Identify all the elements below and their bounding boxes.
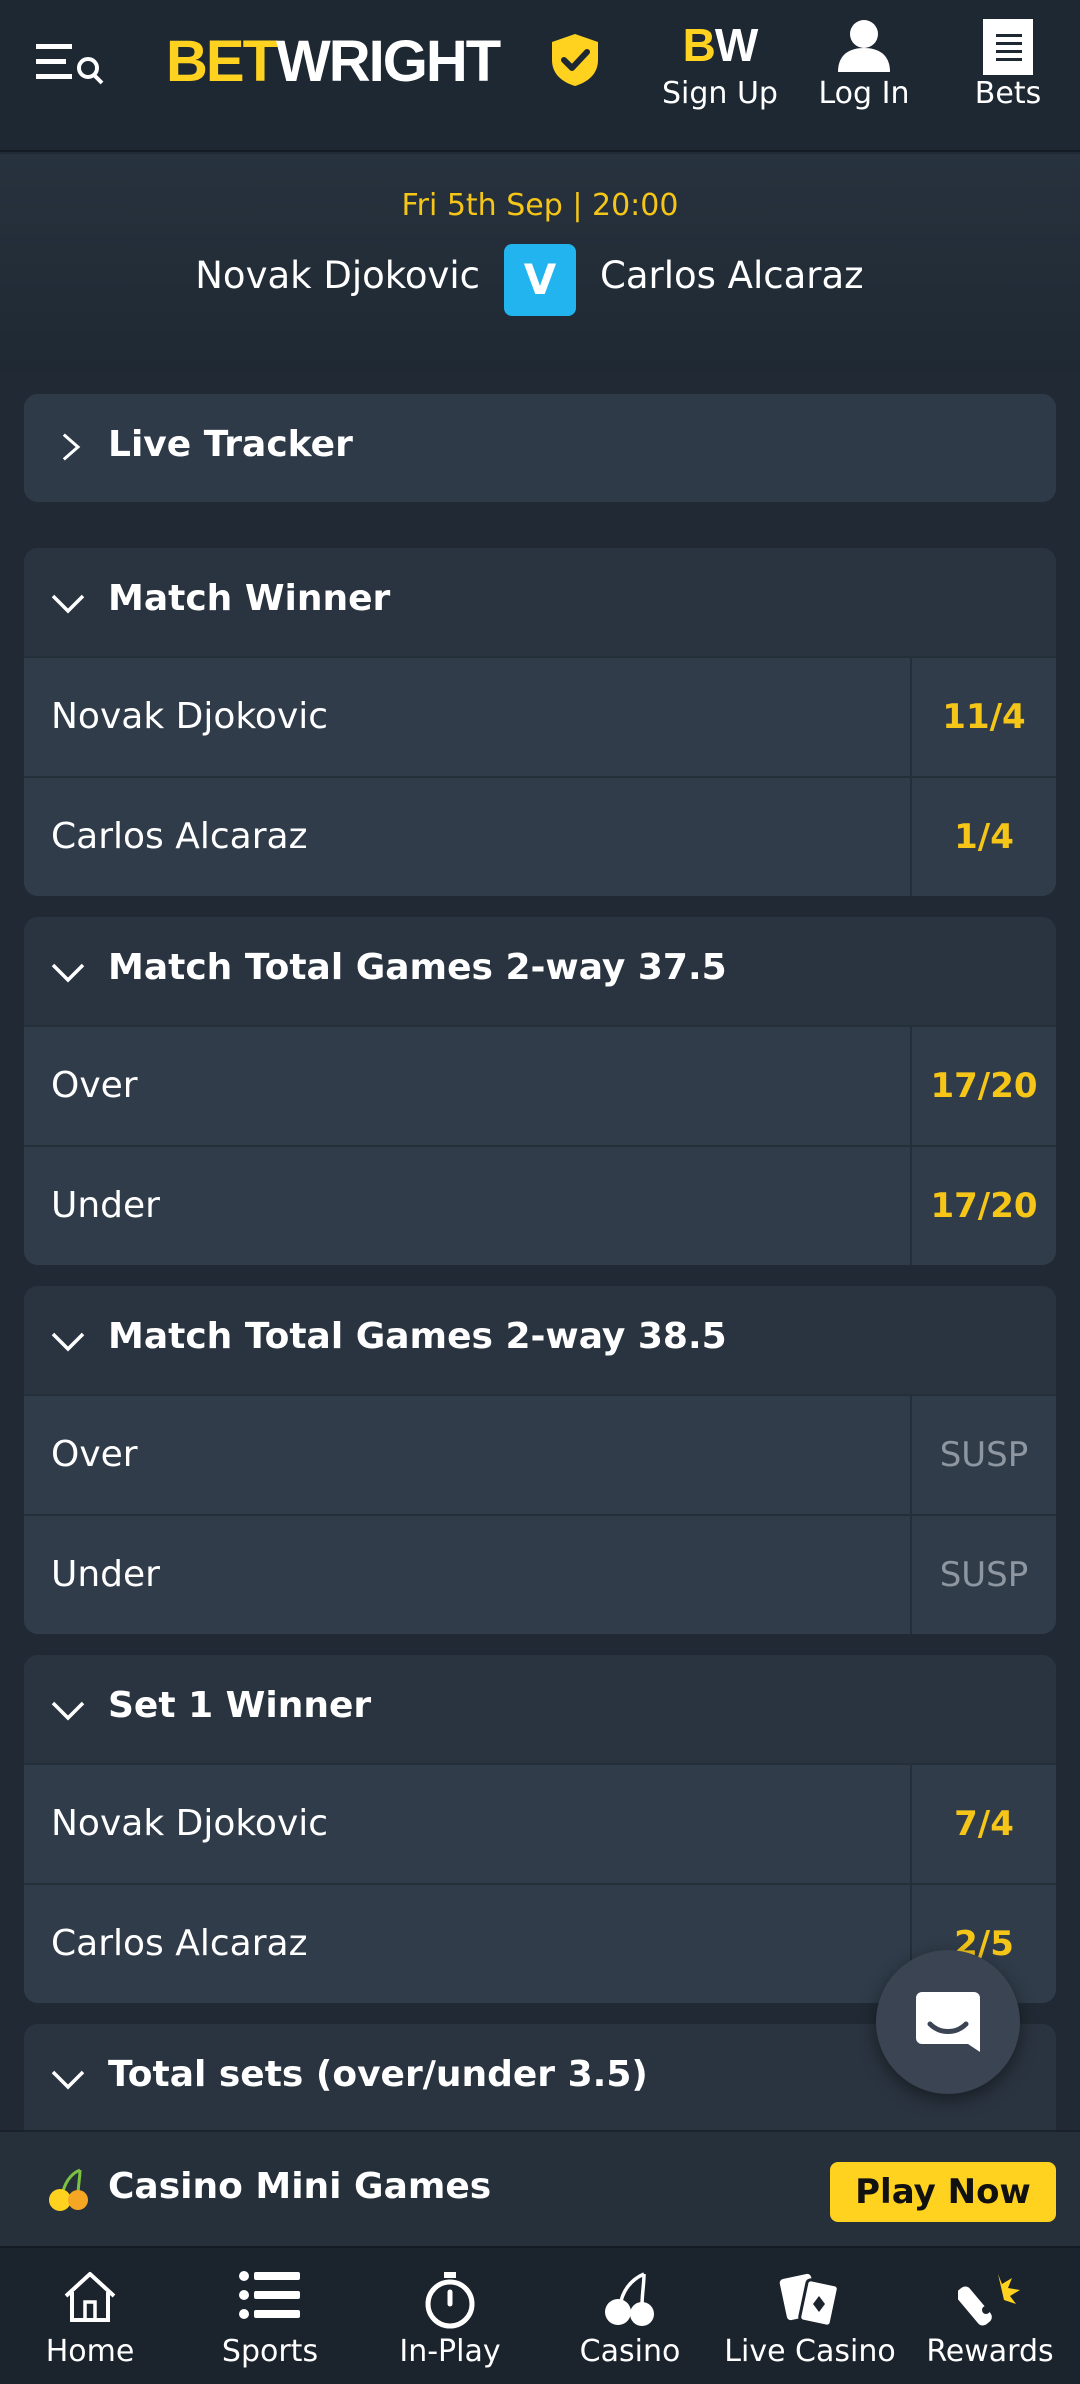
odds-button[interactable]: 11/4: [910, 658, 1056, 776]
market-match-winner: Match Winner Novak Djokovic 11/4 Carlos …: [24, 548, 1056, 896]
logo-text-wright: WRIGHT: [276, 29, 501, 94]
selection-name: Over: [51, 1065, 138, 1106]
stopwatch-icon: [425, 2272, 475, 2329]
cherry-icon: [605, 2272, 654, 2326]
shield-check-icon[interactable]: [548, 32, 602, 88]
selection-row[interactable]: Over 17/20: [24, 1025, 1056, 1145]
nav-in-play-label: In-Play: [399, 2334, 501, 2369]
selection-row: Over SUSP: [24, 1394, 1056, 1514]
chat-support-button[interactable]: [876, 1950, 1020, 2094]
sign-up-button[interactable]: BW Sign Up: [650, 10, 790, 130]
selection-row[interactable]: Novak Djokovic 11/4: [24, 656, 1056, 776]
chevron-down-icon: [51, 594, 85, 614]
nav-live-casino[interactable]: Live Casino: [720, 2248, 900, 2384]
log-in-button[interactable]: Log In: [794, 10, 934, 130]
market-total-games-38-5: Match Total Games 2-way 38.5 Over SUSP U…: [24, 1286, 1056, 1634]
cherry-icon: [49, 2168, 88, 2211]
suspended-odds: SUSP: [910, 1396, 1056, 1514]
user-icon: [838, 20, 890, 72]
market-header[interactable]: Match Total Games 2-way 38.5: [24, 1286, 1056, 1394]
chevron-down-icon: [51, 963, 85, 983]
selection-row[interactable]: Under 17/20: [24, 1145, 1056, 1265]
market-title: Match Total Games 2-way 38.5: [108, 1316, 727, 1357]
selection-name: Carlos Alcaraz: [51, 816, 308, 857]
market-total-games-37-5: Match Total Games 2-way 37.5 Over 17/20 …: [24, 917, 1056, 1265]
home-icon: [64, 2272, 116, 2322]
nav-live-casino-label: Live Casino: [724, 2334, 896, 2369]
bets-button[interactable]: Bets: [938, 10, 1078, 130]
nav-home-label: Home: [45, 2334, 135, 2369]
market-title: Match Total Games 2-way 37.5: [108, 947, 727, 988]
cards-icon: [779, 2273, 840, 2328]
nav-in-play[interactable]: In-Play: [360, 2248, 540, 2384]
top-bar: BETWRIGHT BW Sign Up Log In Bets: [0, 0, 1080, 152]
odds-button[interactable]: 17/20: [910, 1027, 1056, 1145]
live-tracker-card[interactable]: Live Tracker: [24, 394, 1056, 502]
bets-label: Bets: [974, 76, 1042, 111]
sign-up-label: Sign Up: [662, 76, 778, 111]
market-title: Total sets (over/under 3.5): [108, 2054, 648, 2095]
bw-logo-icon: BW: [682, 19, 759, 71]
selection-row[interactable]: Novak Djokovic 7/4: [24, 1763, 1056, 1883]
event-date: Fri 5th Sep: [401, 188, 563, 223]
selection-name: Under: [51, 1185, 160, 1226]
odds-button[interactable]: 17/20: [910, 1147, 1056, 1265]
odds-button[interactable]: 1/4: [910, 778, 1056, 896]
menu-search-icon[interactable]: [32, 40, 112, 90]
betwright-logo[interactable]: BETWRIGHT: [166, 28, 501, 95]
selection-row: Under SUSP: [24, 1514, 1056, 1634]
market-header[interactable]: Match Total Games 2-way 37.5: [24, 917, 1056, 1025]
chevron-down-icon: [51, 1701, 85, 1721]
nav-sports-label: Sports: [221, 2334, 319, 2369]
home-player: Novak Djokovic: [195, 254, 480, 297]
promo-title: Casino Mini Games: [108, 2166, 492, 2207]
log-in-label: Log In: [818, 76, 910, 111]
away-player: Carlos Alcaraz: [600, 254, 864, 297]
market-set-1-winner: Set 1 Winner Novak Djokovic 7/4 Carlos A…: [24, 1655, 1056, 2003]
market-header[interactable]: Match Winner: [24, 548, 1056, 656]
event-players: Novak Djokovic V Carlos Alcaraz: [0, 244, 1080, 316]
market-title: Set 1 Winner: [108, 1685, 372, 1726]
market-title: Match Winner: [108, 578, 391, 619]
logo-text-bet: BET: [166, 29, 278, 94]
nav-home[interactable]: Home: [0, 2248, 180, 2384]
suspended-odds: SUSP: [910, 1516, 1056, 1634]
versus-badge: V: [504, 244, 576, 316]
rewards-icon: [958, 2274, 1020, 2326]
nav-sports[interactable]: Sports: [180, 2248, 360, 2384]
event-datetime: Fri 5th Sep | 20:00: [0, 188, 1080, 223]
chevron-right-icon: [62, 433, 81, 461]
selection-name: Over: [51, 1434, 138, 1475]
selection-name: Novak Djokovic: [51, 696, 329, 737]
odds-button[interactable]: 7/4: [910, 1765, 1056, 1883]
selection-name: Carlos Alcaraz: [51, 1923, 308, 1964]
event-header: Fri 5th Sep | 20:00 Novak Djokovic V Car…: [0, 154, 1080, 370]
datetime-separator: |: [572, 188, 583, 223]
bottom-navigation: Home Sports In-Play Casino Live Casino R…: [0, 2246, 1080, 2384]
nav-rewards[interactable]: Rewards: [900, 2248, 1080, 2384]
casino-mini-games-bar: Casino Mini Games Play Now: [0, 2130, 1080, 2246]
event-time: 20:00: [591, 188, 679, 223]
list-icon: [239, 2271, 300, 2319]
market-header[interactable]: Set 1 Winner: [24, 1655, 1056, 1763]
betslip-icon: [983, 19, 1033, 75]
play-now-button[interactable]: Play Now: [830, 2162, 1056, 2222]
chevron-down-icon: [51, 2070, 85, 2090]
chat-icon: [916, 1992, 980, 2052]
selection-row[interactable]: Carlos Alcaraz 1/4: [24, 776, 1056, 896]
selection-name: Under: [51, 1554, 160, 1595]
selection-name: Novak Djokovic: [51, 1803, 329, 1844]
nav-casino-label: Casino: [579, 2334, 681, 2369]
nav-casino[interactable]: Casino: [540, 2248, 720, 2384]
nav-rewards-label: Rewards: [926, 2334, 1054, 2369]
chevron-down-icon: [51, 1332, 85, 1352]
live-tracker-title: Live Tracker: [108, 424, 353, 465]
